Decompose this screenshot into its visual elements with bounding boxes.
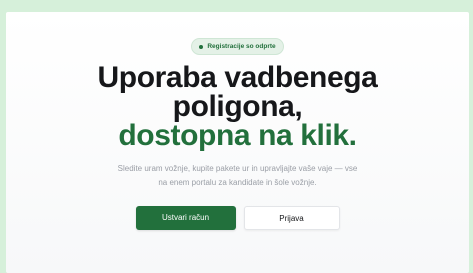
hero-subtitle: Sledite uram vožnje, kupite pakete ur in… (78, 162, 398, 190)
registration-open-badge: Registracije so odprte (191, 38, 284, 55)
subtitle-line-1: Sledite uram vožnje, kupite pakete ur in… (117, 164, 358, 173)
hero-section: Registracije so odprte Uporaba vadbenega… (6, 12, 469, 273)
create-account-button[interactable]: Ustvari račun (135, 206, 236, 230)
subtitle-line-2: na enem portalu za kandidate in šole vož… (158, 178, 317, 187)
hero-actions: Ustvari račun Prijava (6, 206, 469, 230)
badge-label: Registracije so odprte (207, 43, 276, 50)
dot-icon (199, 44, 204, 49)
login-button[interactable]: Prijava (243, 206, 340, 230)
headline-accent: dostopna na klik. (118, 119, 357, 152)
hero-headline: Uporaba vadbenega poligona, dostopna na … (6, 63, 469, 152)
